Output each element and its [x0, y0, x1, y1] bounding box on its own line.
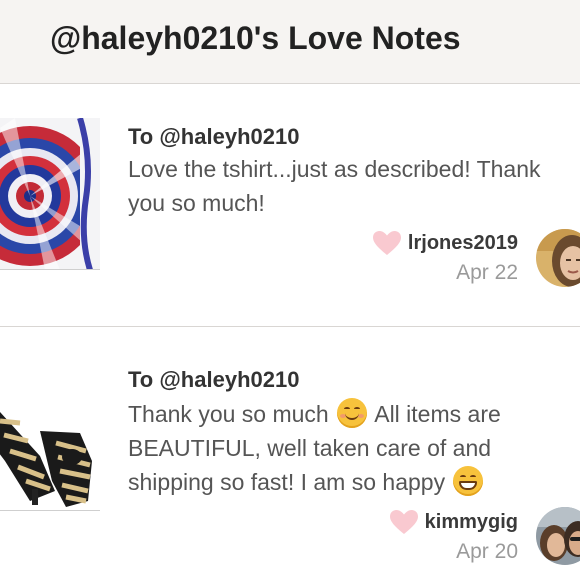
message-line: you so much! — [128, 190, 265, 216]
recipient-label: To @haleyh0210 — [128, 124, 300, 149]
note-message: Love the tshirt...just as described! Tha… — [128, 152, 580, 220]
author-username[interactable]: kimmygig — [425, 511, 518, 534]
note-date: Apr 20 — [456, 540, 518, 563]
love-note[interactable]: To @haleyh0210 Love the tshirt...just as… — [0, 84, 580, 326]
avatar[interactable] — [536, 229, 580, 287]
tie-dye-tshirt-image — [0, 118, 100, 269]
user-photo-image — [536, 507, 580, 565]
listing-thumbnail[interactable] — [0, 118, 100, 270]
note-date: Apr 22 — [456, 261, 518, 284]
message-line: BEAUTIFUL, well taken care of and — [128, 435, 492, 461]
user-photo-image — [536, 229, 580, 287]
love-note[interactable]: To @haleyh0210 Thank you so much All ite… — [0, 326, 580, 580]
message-line: Love the tshirt...just as described! Tha… — [128, 156, 541, 182]
heart-icon — [372, 231, 401, 255]
grinning-face-emoji-icon — [453, 466, 484, 496]
author-row: lrjones2019 — [372, 230, 518, 256]
message-text: Thank you so much — [128, 401, 329, 427]
zebra-sandals-image — [0, 361, 100, 510]
message-text: shipping so fast! I am so happy — [128, 469, 446, 495]
author-row: kimmygig — [389, 509, 518, 535]
heart-icon — [389, 510, 418, 534]
smiling-face-emoji-icon — [337, 398, 368, 428]
author-username[interactable]: lrjones2019 — [408, 232, 518, 255]
note-message: Thank you so much All items are BEAUTIFU… — [128, 397, 580, 499]
page-title: @haleyh0210's Love Notes — [50, 20, 461, 56]
avatar[interactable] — [536, 507, 580, 565]
message-line: Thank you so much All items are — [128, 397, 580, 431]
listing-thumbnail[interactable] — [0, 361, 100, 511]
message-line: shipping so fast! I am so happy — [128, 465, 580, 499]
header: @haleyh0210's Love Notes — [0, 0, 580, 84]
message-text: All items are — [374, 401, 501, 427]
recipient-label: To @haleyh0210 — [128, 367, 300, 392]
